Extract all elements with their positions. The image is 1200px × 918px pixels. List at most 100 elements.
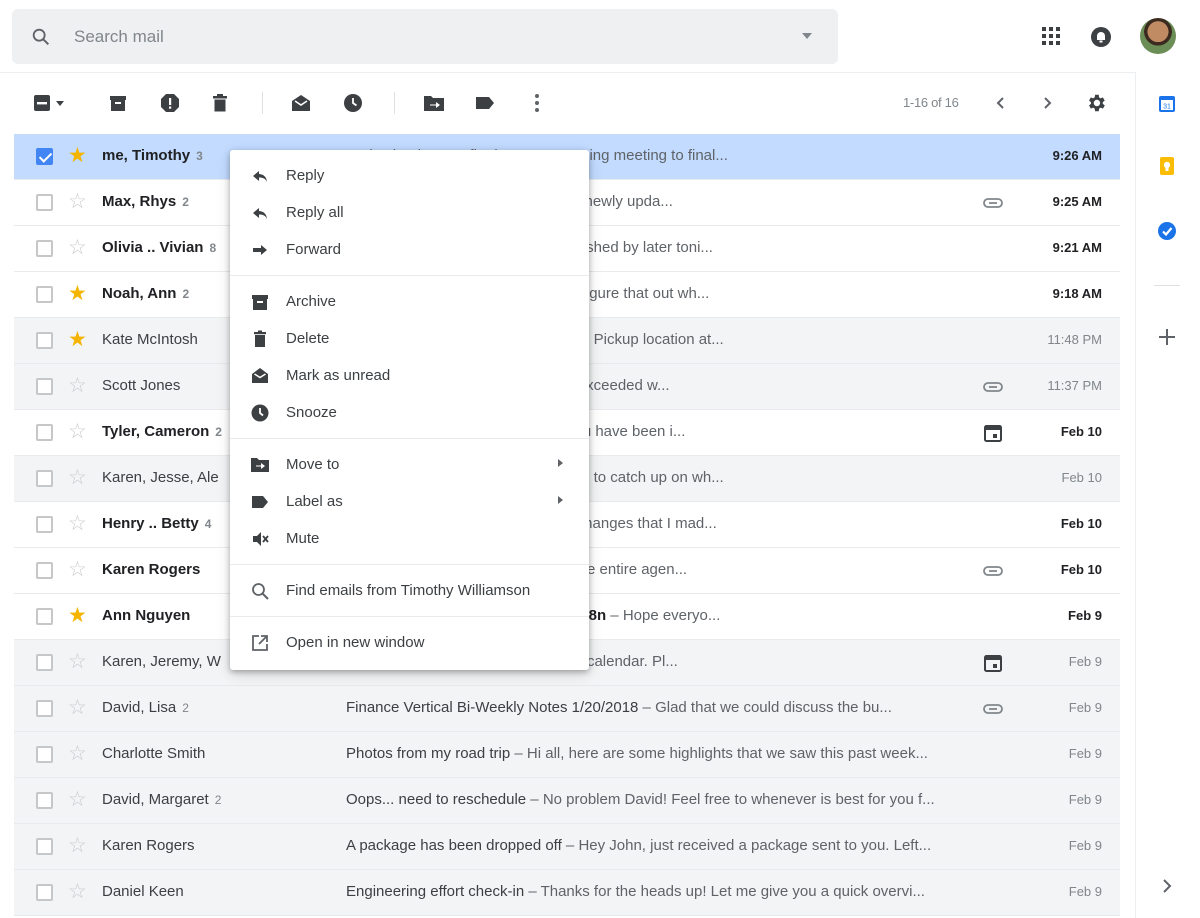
select-checkbox[interactable] bbox=[36, 792, 53, 809]
star-outline-icon[interactable]: ☆ bbox=[68, 651, 87, 673]
select-checkbox[interactable] bbox=[36, 240, 53, 257]
add-addon-icon[interactable] bbox=[1157, 327, 1177, 347]
separator: – bbox=[606, 607, 623, 624]
sender-name: Karen Rogers bbox=[102, 837, 195, 854]
sender-name-unread: Ann bbox=[147, 285, 177, 302]
sender-name-unread: Ann Nguyen bbox=[102, 607, 191, 624]
email-row[interactable]: ☆ David, Margaret 2 Oops... need to resched… bbox=[14, 778, 1120, 824]
select-checkbox[interactable] bbox=[36, 286, 53, 303]
menu-item-label-as[interactable]: Label as bbox=[230, 483, 589, 520]
attachment-icon[interactable] bbox=[982, 699, 1004, 719]
timestamp: Feb 10 bbox=[1060, 562, 1102, 577]
mark-unread-icon bbox=[292, 95, 310, 111]
menu-item-move-to[interactable]: Move to bbox=[230, 446, 589, 483]
attachment-icon[interactable] bbox=[982, 561, 1004, 581]
timestamp: Feb 9 bbox=[1068, 700, 1102, 715]
star-filled-icon[interactable]: ★ bbox=[68, 329, 87, 351]
more-options-button[interactable] bbox=[526, 92, 548, 114]
archive-button[interactable] bbox=[107, 92, 129, 114]
menu-item-reply-all[interactable]: Reply all bbox=[230, 194, 589, 231]
sender-name: Tyler, bbox=[102, 423, 145, 440]
select-checkbox[interactable] bbox=[36, 424, 53, 441]
select-checkbox[interactable] bbox=[36, 194, 53, 211]
menu-item-reply[interactable]: Reply bbox=[230, 157, 589, 194]
subject-snippet: Photos from my road trip – Hi all, here … bbox=[346, 745, 1006, 762]
menu-separator bbox=[230, 616, 589, 617]
notifications-icon[interactable] bbox=[1089, 25, 1113, 49]
older-button[interactable] bbox=[1036, 92, 1058, 114]
keep-app-icon[interactable] bbox=[1157, 156, 1177, 176]
star-outline-icon[interactable]: ☆ bbox=[68, 697, 87, 719]
select-checkbox[interactable] bbox=[36, 516, 53, 533]
menu-item-open-in-new-window[interactable]: Open in new window bbox=[230, 624, 589, 661]
star-outline-icon[interactable]: ☆ bbox=[68, 421, 87, 443]
star-outline-icon[interactable]: ☆ bbox=[68, 375, 87, 397]
delete-button[interactable] bbox=[209, 92, 231, 114]
select-checkbox[interactable] bbox=[36, 746, 53, 763]
menu-item-forward[interactable]: Forward bbox=[230, 231, 589, 268]
star-filled-icon[interactable]: ★ bbox=[68, 605, 87, 627]
email-row[interactable]: ☆ David, Lisa 2 Finance Vertical Bi-Weekly … bbox=[14, 686, 1120, 732]
calendar-icon[interactable] bbox=[982, 423, 1004, 443]
forward-icon bbox=[250, 240, 270, 260]
star-outline-icon[interactable]: ☆ bbox=[68, 789, 87, 811]
subject: Oops... need to reschedule bbox=[346, 791, 527, 808]
mark-as-unread-button[interactable] bbox=[290, 92, 312, 114]
attachment-icon[interactable] bbox=[982, 193, 1004, 213]
menu-separator bbox=[230, 564, 589, 565]
select-checkbox[interactable] bbox=[36, 332, 53, 349]
report-spam-button[interactable] bbox=[159, 92, 181, 114]
subject: A package has been dropped off bbox=[346, 837, 562, 854]
select-checkbox[interactable] bbox=[36, 838, 53, 855]
star-outline-icon[interactable]: ☆ bbox=[68, 743, 87, 765]
timestamp: Feb 10 bbox=[1060, 424, 1102, 439]
sender: David, Margaret 2 bbox=[102, 791, 322, 808]
search-options-dropdown-icon[interactable] bbox=[802, 33, 812, 39]
account-avatar[interactable] bbox=[1140, 18, 1176, 54]
select-checkbox[interactable] bbox=[36, 700, 53, 717]
star-filled-icon[interactable]: ★ bbox=[68, 283, 87, 305]
attachment-icon[interactable] bbox=[982, 377, 1004, 397]
email-row[interactable]: ☆ Karen Rogers A package has been dropped … bbox=[14, 824, 1120, 870]
search-input[interactable] bbox=[72, 25, 772, 48]
star-outline-icon[interactable]: ☆ bbox=[68, 513, 87, 535]
menu-item-archive[interactable]: Archive bbox=[230, 283, 589, 320]
sender: Daniel Keen bbox=[102, 883, 322, 900]
star-outline-icon[interactable]: ☆ bbox=[68, 467, 87, 489]
star-outline-icon[interactable]: ☆ bbox=[68, 559, 87, 581]
star-filled-icon[interactable]: ★ bbox=[68, 145, 87, 167]
tasks-app-icon[interactable] bbox=[1157, 221, 1177, 241]
select-checkbox[interactable] bbox=[36, 654, 53, 671]
menu-item-label: Delete bbox=[286, 330, 330, 347]
star-outline-icon[interactable]: ☆ bbox=[68, 191, 87, 213]
email-row[interactable]: ☆ Daniel Keen Engineering effort check-in … bbox=[14, 870, 1120, 916]
calendar-icon[interactable] bbox=[982, 653, 1004, 673]
search-bar[interactable] bbox=[12, 9, 838, 64]
menu-item-delete[interactable]: Delete bbox=[230, 320, 589, 357]
menu-item-mark-as-unread[interactable]: Mark as unread bbox=[230, 357, 589, 394]
expand-panel-chevron-icon[interactable] bbox=[1157, 876, 1177, 896]
menu-item-label: Find emails from Timothy Williamson bbox=[286, 582, 531, 599]
label-as-button[interactable] bbox=[474, 92, 496, 114]
select-checkbox-dropdown[interactable] bbox=[33, 92, 67, 114]
move-to-button[interactable] bbox=[423, 92, 445, 114]
newer-button[interactable] bbox=[990, 92, 1012, 114]
email-row[interactable]: ☆ Charlotte Smith Photos from my road trip… bbox=[14, 732, 1120, 778]
select-checkbox[interactable] bbox=[36, 608, 53, 625]
menu-item-find-emails-from-timothy-williamson[interactable]: Find emails from Timothy Williamson bbox=[230, 572, 589, 609]
menu-item-mute[interactable]: Mute bbox=[230, 520, 589, 557]
snooze-button[interactable] bbox=[342, 92, 364, 114]
select-checkbox[interactable] bbox=[36, 378, 53, 395]
star-outline-icon[interactable]: ☆ bbox=[68, 881, 87, 903]
select-checkbox[interactable] bbox=[36, 562, 53, 579]
star-outline-icon[interactable]: ☆ bbox=[68, 835, 87, 857]
menu-item-snooze[interactable]: Snooze bbox=[230, 394, 589, 431]
star-outline-icon[interactable]: ☆ bbox=[68, 237, 87, 259]
select-checkbox[interactable] bbox=[36, 148, 53, 165]
calendar-app-icon[interactable]: 31 bbox=[1157, 94, 1177, 114]
select-checkbox[interactable] bbox=[36, 884, 53, 901]
search-icon[interactable] bbox=[30, 26, 52, 48]
settings-button[interactable] bbox=[1085, 92, 1107, 114]
apps-grid-icon[interactable] bbox=[1040, 25, 1062, 47]
select-checkbox[interactable] bbox=[36, 470, 53, 487]
